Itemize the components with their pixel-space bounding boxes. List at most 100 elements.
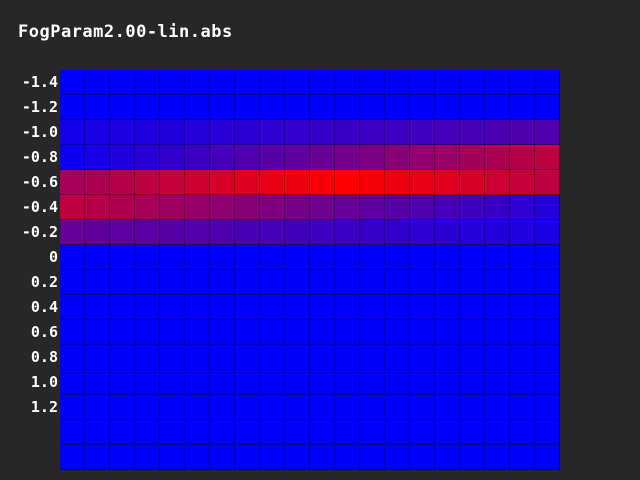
heatmap-cell [185, 95, 210, 120]
row-label: -1.0 [21, 123, 58, 141]
heatmap-cell [110, 320, 135, 345]
heatmap-cell [85, 145, 110, 170]
heatmap-cell [410, 120, 435, 145]
heatmap-cell [210, 170, 235, 195]
heatmap-cell [485, 170, 510, 195]
heatmap-cell [285, 170, 310, 195]
heatmap-cell [110, 145, 135, 170]
row-label: 0.2 [30, 273, 58, 291]
heatmap-cell [485, 145, 510, 170]
heatmap-cell [360, 95, 385, 120]
heatmap-cell [185, 270, 210, 295]
heatmap-cell [385, 95, 410, 120]
row-label: 1.2 [30, 398, 58, 416]
heatmap-cell [135, 195, 160, 220]
heatmap-cell [60, 345, 85, 370]
heatmap-cell [335, 295, 360, 320]
heatmap-cell [460, 295, 485, 320]
heatmap-cell [435, 270, 460, 295]
row-label: -1.2 [21, 98, 58, 116]
heatmap-cell [535, 320, 560, 345]
heatmap-cell [460, 245, 485, 270]
heatmap-cell [235, 345, 260, 370]
heatmap-cell [535, 170, 560, 195]
heatmap-cell [160, 270, 185, 295]
heatmap-cell [335, 95, 360, 120]
heatmap-cell [160, 295, 185, 320]
heatmap-grid [60, 70, 560, 470]
heatmap-cell [435, 395, 460, 420]
heatmap-cell [435, 120, 460, 145]
heatmap-cell [260, 220, 285, 245]
heatmap-cell [510, 270, 535, 295]
heatmap-cell [285, 395, 310, 420]
heatmap-cell [160, 145, 185, 170]
heatmap-cell [310, 195, 335, 220]
heatmap-cell [385, 320, 410, 345]
heatmap-cell [385, 170, 410, 195]
heatmap-cell [110, 120, 135, 145]
heatmap-cell [485, 370, 510, 395]
heatmap-cell [110, 295, 135, 320]
heatmap-cell [310, 95, 335, 120]
heatmap-cell [60, 320, 85, 345]
heatmap-cell [385, 195, 410, 220]
heatmap-cell [260, 170, 285, 195]
heatmap-cell [485, 395, 510, 420]
heatmap-cell [235, 195, 260, 220]
heatmap-cell [210, 295, 235, 320]
heatmap-cell [60, 220, 85, 245]
row-label: -1.4 [21, 73, 58, 91]
heatmap-cell [110, 370, 135, 395]
heatmap-cell [310, 220, 335, 245]
heatmap-cell [535, 95, 560, 120]
heatmap-cell [410, 195, 435, 220]
heatmap-cell [335, 420, 360, 445]
heatmap-cell [185, 370, 210, 395]
heatmap-cell [335, 120, 360, 145]
heatmap-cell [410, 370, 435, 395]
heatmap-cell [285, 245, 310, 270]
heatmap-cell [210, 145, 235, 170]
heatmap-cell [435, 320, 460, 345]
heatmap-cell [85, 170, 110, 195]
heatmap-cell [510, 395, 535, 420]
heatmap-cell [435, 170, 460, 195]
heatmap-cell [85, 220, 110, 245]
heatmap-cell [510, 370, 535, 395]
heatmap-cell [385, 120, 410, 145]
heatmap-cell [435, 345, 460, 370]
heatmap-cell [485, 70, 510, 95]
heatmap-cell [60, 95, 85, 120]
heatmap-cell [310, 270, 335, 295]
heatmap-cell [385, 220, 410, 245]
heatmap-cell [235, 270, 260, 295]
heatmap-cell [335, 320, 360, 345]
heatmap-cell [310, 395, 335, 420]
heatmap-cell [310, 70, 335, 95]
heatmap-cell [235, 120, 260, 145]
heatmap-cell [185, 445, 210, 470]
heatmap-cell [385, 345, 410, 370]
heatmap-cell [235, 95, 260, 120]
heatmap-cell [460, 195, 485, 220]
heatmap-cell [335, 170, 360, 195]
heatmap-cell [535, 295, 560, 320]
heatmap-cell [85, 195, 110, 220]
heatmap-cell [510, 95, 535, 120]
heatmap-cell [510, 445, 535, 470]
heatmap-cell [460, 145, 485, 170]
heatmap-cell [335, 445, 360, 470]
heatmap-cell [160, 120, 185, 145]
heatmap-cell [235, 445, 260, 470]
heatmap-cell [410, 320, 435, 345]
heatmap-cell [360, 370, 385, 395]
row-label: 0 [48, 248, 58, 266]
heatmap-cell [260, 70, 285, 95]
heatmap-cell [85, 120, 110, 145]
heatmap-cell [410, 295, 435, 320]
heatmap-cell [335, 145, 360, 170]
heatmap-cell [235, 170, 260, 195]
heatmap-cell [360, 395, 385, 420]
heatmap-cell [310, 345, 335, 370]
